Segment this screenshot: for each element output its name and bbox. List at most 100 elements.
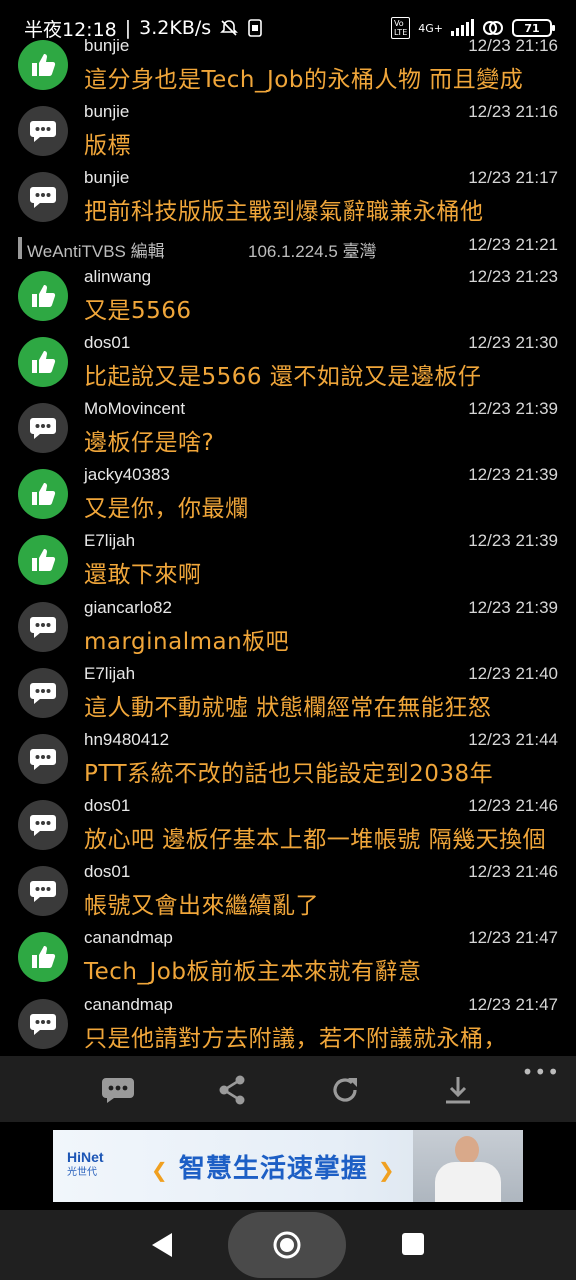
- comment-text: 又是你，你最爛: [84, 496, 249, 523]
- comment-text: 把前科技版版主戰到爆氣辭職兼永桶他: [84, 199, 484, 226]
- comment-time: 12/23 21:44: [468, 729, 558, 749]
- comment-user[interactable]: bunjie: [84, 36, 129, 56]
- comment-row[interactable]: hn9480412 12/23 21:44 PTT系統不改的話也只能設定到2038年: [0, 726, 576, 792]
- comment-text: PTT系統不改的話也只能設定到2038年: [84, 760, 494, 787]
- comment-icon: [30, 815, 56, 837]
- comment-button[interactable]: [98, 1070, 138, 1110]
- back-icon: [152, 1233, 172, 1257]
- ad-slogan: ❮ 智慧生活速掌握 ❯: [151, 1154, 396, 1184]
- comment-badge: [18, 402, 68, 453]
- comment-user[interactable]: dos01: [84, 796, 130, 816]
- like-badge: [18, 535, 68, 586]
- comment-text: 帳號又會出來繼續亂了: [84, 893, 319, 920]
- thumbs-up-icon: [32, 350, 56, 373]
- comment-user[interactable]: dos01: [84, 862, 130, 882]
- comment-badge: [18, 601, 68, 652]
- comment-row[interactable]: jacky40383 12/23 21:39 又是你，你最爛: [0, 461, 576, 527]
- comment-text: 又是5566: [84, 297, 192, 324]
- thumbs-up-icon: [32, 284, 56, 307]
- comment-row[interactable]: dos01 12/23 21:30 比起說又是5566 還不如說又是邊板仔: [0, 329, 576, 395]
- download-button[interactable]: [438, 1070, 478, 1110]
- comment-icon: [30, 187, 56, 209]
- share-button[interactable]: [212, 1070, 252, 1110]
- comment-row[interactable]: bunjie 12/23 21:16 版標: [0, 98, 576, 164]
- comment-text: 版標: [84, 133, 131, 160]
- comment-user[interactable]: E7lijah: [84, 664, 135, 684]
- back-button[interactable]: [150, 1232, 174, 1262]
- comment-time: 12/23 21:17: [468, 168, 558, 188]
- comment-badge: [18, 998, 68, 1049]
- like-badge: [18, 40, 68, 90]
- comment-user[interactable]: MoMovincent: [84, 399, 185, 419]
- comment-list[interactable]: bunjie 12/23 21:16 這分身也是Tech_Job的永桶人物 而且變成…: [0, 32, 576, 1054]
- like-badge: [18, 270, 68, 321]
- comment-user[interactable]: canandmap: [84, 995, 173, 1015]
- comment-badge: [18, 866, 68, 917]
- refresh-icon: [333, 1078, 357, 1102]
- thumbs-up-icon: [32, 946, 56, 969]
- ad-logo: HiNet 光世代: [67, 1149, 104, 1178]
- comment-row[interactable]: canandmap 12/23 21:47 Tech_Job板前板主本來就有辭意: [0, 924, 576, 990]
- comment-time: 12/23 21:47: [468, 994, 558, 1014]
- comment-text: 這分身也是Tech_Job的永桶人物 而且變成: [84, 67, 524, 93]
- like-badge: [18, 932, 68, 983]
- comment-user[interactable]: jacky40383: [84, 465, 170, 485]
- recent-apps-button[interactable]: [402, 1233, 424, 1255]
- comment-text: 還敢下來啊: [84, 562, 202, 589]
- comment-icon: [30, 682, 56, 704]
- chevron-left-icon: ❮: [151, 1158, 169, 1182]
- thumbs-up-icon: [32, 54, 56, 76]
- comment-user[interactable]: dos01: [84, 333, 130, 353]
- like-badge: [18, 469, 68, 520]
- comment-badge: [18, 800, 68, 851]
- comment-row[interactable]: bunjie 12/23 21:17 把前科技版版主戰到爆氣辭職兼永桶他: [0, 164, 576, 230]
- ad-photo: [413, 1130, 523, 1202]
- comment-time: 12/23 21:23: [468, 266, 558, 286]
- comment-user[interactable]: bunjie: [84, 168, 129, 188]
- system-nav-bar: [0, 1210, 576, 1280]
- comment-user[interactable]: bunjie: [84, 102, 129, 122]
- comment-user[interactable]: alinwang: [84, 267, 151, 287]
- comment-text: 這人動不動就噓 狀態欄經常在無能狂怒: [84, 694, 492, 721]
- comment-row[interactable]: canandmap 12/23 21:47 只是他請對方去附議，若不附議就永桶，: [0, 991, 576, 1054]
- comment-time: 12/23 21:46: [468, 862, 558, 882]
- comment-time: 12/23 21:16: [468, 36, 558, 55]
- bottom-toolbar: •••: [0, 1056, 576, 1122]
- chevron-right-icon: ❯: [377, 1158, 396, 1182]
- comment-icon: [30, 1013, 56, 1035]
- comment-icon: [30, 417, 56, 439]
- comment-text: 放心吧 邊板仔基本上都一堆帳號 隔幾天換個: [84, 827, 547, 854]
- like-badge: [18, 336, 68, 387]
- comment-text: 邊板仔是啥?: [84, 429, 215, 456]
- refresh-button[interactable]: [325, 1070, 365, 1110]
- comment-user[interactable]: giancarlo82: [84, 598, 172, 618]
- comment-row[interactable]: giancarlo82 12/23 21:39 marginalman板吧: [0, 594, 576, 660]
- download-icon: [446, 1077, 470, 1104]
- comment-user[interactable]: hn9480412: [84, 730, 169, 750]
- comment-time: 12/23 21:39: [468, 465, 558, 485]
- comment-row[interactable]: alinwang 12/23 21:23 又是5566: [0, 263, 576, 329]
- comment-time: 12/23 21:47: [468, 928, 558, 948]
- comment-row[interactable]: dos01 12/23 21:46 帳號又會出來繼續亂了: [0, 858, 576, 924]
- comment-badge: [18, 172, 68, 223]
- comment-row[interactable]: MoMovincent 12/23 21:39 邊板仔是啥?: [0, 395, 576, 461]
- edit-ip: 106.1.224.5 臺灣: [248, 241, 377, 261]
- comment-user[interactable]: E7lijah: [84, 531, 135, 551]
- comment-user[interactable]: canandmap: [84, 928, 173, 948]
- comment-text: 只是他請對方去附議，若不附議就永桶，: [84, 1025, 507, 1052]
- comment-icon: [30, 748, 56, 770]
- comment-row[interactable]: E7lijah 12/23 21:39 還敢下來啊: [0, 527, 576, 593]
- comment-row[interactable]: E7lijah 12/23 21:40 這人動不動就噓 狀態欄經常在無能狂怒: [0, 660, 576, 726]
- ad-banner[interactable]: HiNet 光世代 ❮ 智慧生活速掌握 ❯: [53, 1130, 523, 1202]
- comment-text: 比起說又是5566 還不如說又是邊板仔: [84, 363, 482, 390]
- comment-row[interactable]: dos01 12/23 21:46 放心吧 邊板仔基本上都一堆帳號 隔幾天換個: [0, 792, 576, 858]
- comment-row[interactable]: bunjie 12/23 21:16 這分身也是Tech_Job的永桶人物 而且變成: [0, 32, 576, 98]
- comment-text: marginalman板吧: [84, 628, 290, 655]
- share-icon: [219, 1075, 245, 1105]
- comment-icon: [30, 121, 56, 143]
- comment-time: 12/23 21:46: [468, 796, 558, 816]
- comment-badge: [18, 733, 68, 784]
- more-options-button[interactable]: •••: [522, 1060, 560, 1084]
- comment-time: 12/23 21:39: [468, 597, 558, 617]
- home-button[interactable]: [228, 1212, 346, 1278]
